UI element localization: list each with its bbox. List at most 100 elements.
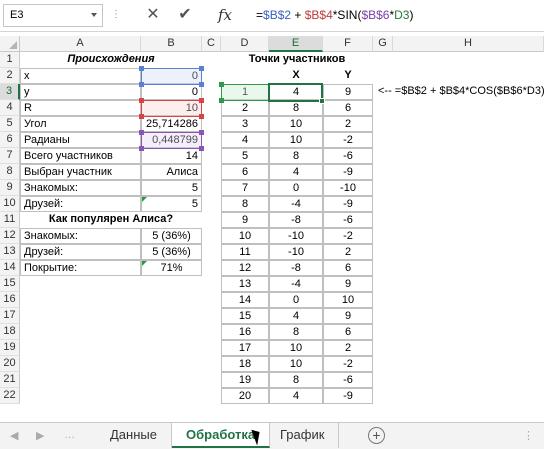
point-index[interactable]: 6	[221, 164, 269, 180]
row-header-6[interactable]: 6	[0, 132, 20, 148]
point-y[interactable]: -2	[323, 356, 373, 372]
ref-handle[interactable]	[139, 66, 144, 71]
point-y[interactable]: -2	[323, 228, 373, 244]
row-header-18[interactable]: 18	[0, 324, 20, 340]
point-x[interactable]: -10	[269, 228, 323, 244]
point-index[interactable]: 10	[221, 228, 269, 244]
param-label[interactable]: Всего участников	[20, 148, 141, 164]
param-label[interactable]: Знакомых:	[20, 180, 141, 196]
row-header-13[interactable]: 13	[0, 244, 20, 260]
point-y[interactable]: 2	[323, 340, 373, 356]
point-y[interactable]: -6	[323, 148, 373, 164]
row-header-16[interactable]: 16	[0, 292, 20, 308]
param-value[interactable]: 5	[141, 196, 202, 212]
popularity-label[interactable]: Друзей:	[20, 244, 141, 260]
point-x[interactable]: -10	[269, 244, 323, 260]
ref-handle[interactable]	[139, 98, 144, 103]
point-y[interactable]: 6	[323, 324, 373, 340]
point-x[interactable]: 8	[269, 372, 323, 388]
point-x[interactable]: -4	[269, 196, 323, 212]
row-header-1[interactable]: 1	[0, 52, 20, 68]
point-x[interactable]: 8	[269, 100, 323, 116]
param-label[interactable]: Угол	[20, 116, 141, 132]
ref-handle[interactable]	[139, 82, 144, 87]
point-index[interactable]: 17	[221, 340, 269, 356]
column-header-a[interactable]: A	[20, 36, 141, 52]
point-index[interactable]: 14	[221, 292, 269, 308]
add-sheet-icon[interactable]: +	[368, 427, 385, 444]
param-label[interactable]: Радианы	[20, 132, 141, 148]
left-table-title[interactable]: Происхождения	[20, 52, 202, 68]
row-header-2[interactable]: 2	[0, 68, 20, 84]
row-header-4[interactable]: 4	[0, 100, 20, 116]
row-header-20[interactable]: 20	[0, 356, 20, 372]
points-header-x[interactable]: X	[269, 68, 323, 84]
ref-handle[interactable]	[199, 146, 204, 151]
point-x[interactable]: 10	[269, 132, 323, 148]
formula-input[interactable]: =$B$2 + $B$4*SIN($B$6*D3)	[250, 4, 542, 27]
ref-handle[interactable]	[219, 98, 224, 103]
column-header-g[interactable]: G	[373, 36, 393, 52]
point-x[interactable]: 4	[269, 308, 323, 324]
ref-handle[interactable]	[199, 114, 204, 119]
point-y[interactable]: -9	[323, 196, 373, 212]
row-header-19[interactable]: 19	[0, 340, 20, 356]
param-label[interactable]: Друзей:	[20, 196, 141, 212]
ref-handle[interactable]	[199, 130, 204, 135]
point-index[interactable]: 8	[221, 196, 269, 212]
row-header-12[interactable]: 12	[0, 228, 20, 244]
point-index[interactable]: 4	[221, 132, 269, 148]
tab-scroll-right-icon[interactable]: ▶	[36, 429, 44, 442]
param-value[interactable]: 14	[141, 148, 202, 164]
param-label[interactable]: x	[20, 68, 141, 84]
point-y[interactable]: 2	[323, 116, 373, 132]
row-header-9[interactable]: 9	[0, 180, 20, 196]
select-all-corner[interactable]	[0, 36, 20, 52]
point-x[interactable]: 0	[269, 180, 323, 196]
popularity-value[interactable]: 5 (36%)	[141, 228, 202, 244]
point-x[interactable]: -8	[269, 212, 323, 228]
ref-handle[interactable]	[139, 114, 144, 119]
ref-handle[interactable]	[199, 98, 204, 103]
point-index[interactable]: 18	[221, 356, 269, 372]
more-icon[interactable]: ⋮	[523, 429, 534, 442]
point-y[interactable]: -9	[323, 388, 373, 404]
row-header-17[interactable]: 17	[0, 308, 20, 324]
point-x[interactable]: 0	[269, 292, 323, 308]
param-value[interactable]: 25,714286	[141, 116, 202, 132]
param-value[interactable]: 0	[141, 84, 202, 100]
point-x[interactable]: 4	[269, 388, 323, 404]
chevron-down-icon[interactable]	[91, 13, 97, 17]
checkmark-icon[interactable]: ✔	[172, 4, 198, 26]
cancel-icon[interactable]: ✕	[140, 4, 166, 26]
insert-function-icon[interactable]: fx	[212, 4, 238, 26]
tab-dannye[interactable]: Данные	[96, 423, 172, 448]
point-index[interactable]: 9	[221, 212, 269, 228]
param-value[interactable]: Алиса	[141, 164, 202, 180]
param-label[interactable]: Выбран участник	[20, 164, 141, 180]
point-y[interactable]: -6	[323, 372, 373, 388]
column-header-f[interactable]: F	[323, 36, 373, 52]
row-header-15[interactable]: 15	[0, 276, 20, 292]
tab-grafik[interactable]: График	[266, 423, 340, 448]
formula-note[interactable]: <-- =$B$2 + $B$4*COS($B$6*D3)	[375, 84, 544, 100]
point-x[interactable]: 10	[269, 356, 323, 372]
param-label[interactable]: R	[20, 100, 141, 116]
point-x[interactable]: -8	[269, 260, 323, 276]
tab-scroll-left-icon[interactable]: ◀	[10, 429, 18, 442]
row-header-5[interactable]: 5	[0, 116, 20, 132]
point-index[interactable]: 20	[221, 388, 269, 404]
column-header-h[interactable]: H	[393, 36, 544, 52]
points-table-title[interactable]: Точки участников	[221, 52, 373, 68]
point-y[interactable]: 9	[323, 276, 373, 292]
row-header-10[interactable]: 10	[0, 196, 20, 212]
point-x[interactable]: 8	[269, 324, 323, 340]
popularity-label[interactable]: Покрытие:	[20, 260, 141, 276]
tab-more-icon[interactable]: …	[64, 429, 75, 441]
point-x[interactable]: 10	[269, 340, 323, 356]
param-value[interactable]: 5	[141, 180, 202, 196]
row-header-11[interactable]: 11	[0, 212, 20, 228]
point-index[interactable]: 15	[221, 308, 269, 324]
row-header-7[interactable]: 7	[0, 148, 20, 164]
popularity-value[interactable]: 5 (36%)	[141, 244, 202, 260]
